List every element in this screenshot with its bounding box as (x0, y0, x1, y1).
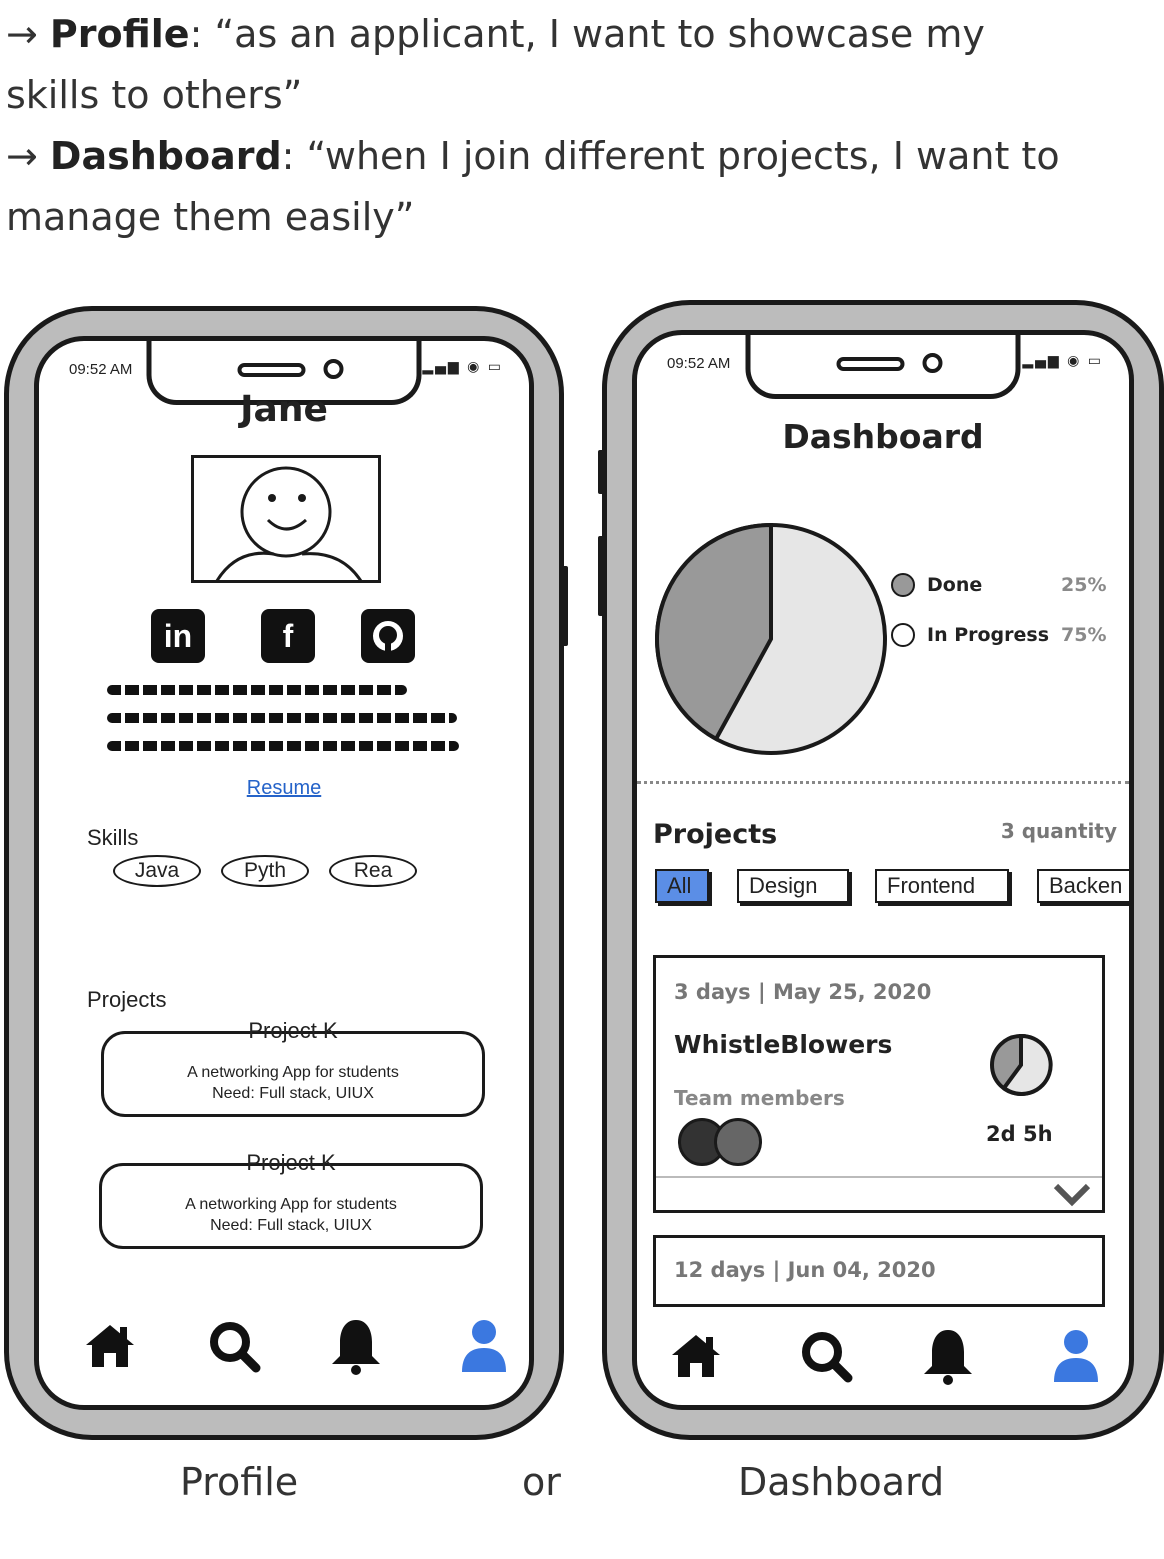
filter-tab-design[interactable]: Design (737, 869, 849, 903)
resume-link[interactable]: Resume (39, 777, 529, 800)
intro-profile-text-2: skills to others” (6, 73, 303, 117)
filter-tab-frontend[interactable]: Frontend (875, 869, 1009, 903)
profile-name: Jane (240, 389, 328, 430)
project-title: WhistleBlowers (674, 1030, 893, 1059)
caption-profile: Profile (180, 1460, 299, 1504)
profile-screen: 09:52 AM ▂▄▆ ◉ ▭ Jane in f Resume Skills… (34, 336, 534, 1410)
tab-bar (39, 1315, 529, 1377)
skill-chip[interactable]: Pyth (221, 855, 309, 887)
project-card[interactable]: 3 days | May 25, 2020 WhistleBlowers Tea… (653, 955, 1105, 1213)
caption-dashboard: Dashboard (738, 1460, 945, 1504)
project-need-line: Need: Full stack, UIUX (212, 1085, 374, 1102)
legend-value: 25% (1061, 574, 1107, 596)
github-icon[interactable] (361, 609, 415, 663)
bell-icon[interactable] (325, 1315, 387, 1377)
intro-profile-label: Profile (49, 12, 190, 56)
legend-item-in-progress: In Progress 75% (891, 623, 1106, 647)
side-button (598, 536, 606, 616)
camera (323, 359, 344, 379)
legend-label: In Progress (927, 624, 1050, 646)
status-time: 09:52 AM (69, 361, 133, 378)
bio-text-blurred (107, 741, 459, 751)
legend-value: 75% (1061, 624, 1107, 646)
caption-or: or (522, 1460, 561, 1504)
user-icon[interactable] (453, 1315, 515, 1377)
user-icon[interactable] (1045, 1325, 1107, 1387)
dashboard-title: Dashboard (782, 417, 984, 456)
bio-text-blurred (107, 685, 407, 695)
intro-dashboard-text-2: manage them easily” (6, 195, 415, 239)
search-icon[interactable] (795, 1325, 857, 1387)
skill-chip[interactable]: Rea (329, 855, 417, 887)
project-description: A networking App for students Need: Full… (102, 1194, 480, 1236)
filter-tab-all[interactable]: All (655, 869, 709, 903)
legend-item-done: Done 25% (891, 573, 1106, 597)
project-title: Project K (246, 1150, 336, 1175)
time-remaining: 2d 5h (986, 1122, 1053, 1146)
project-card[interactable]: Project K A networking App for students … (99, 1150, 483, 1249)
profile-phone: 09:52 AM ▂▄▆ ◉ ▭ Jane in f Resume Skills… (4, 306, 568, 1440)
legend-dot-in-progress (891, 623, 915, 647)
status-icons: ▂▄▆ ◉ ▭ (1022, 353, 1103, 369)
intro-text: → Profile: “as an applicant, I want to s… (6, 4, 1156, 248)
search-icon[interactable] (203, 1315, 265, 1377)
linkedin-icon[interactable]: in (151, 609, 205, 663)
intro-line-1: → Profile: “as an applicant, I want to s… (6, 12, 985, 56)
intro-dashboard-text: : “when I join different projects, I wan… (281, 134, 1060, 178)
legend-label: Done (927, 574, 983, 596)
tab-bar (637, 1325, 1129, 1387)
avatar (714, 1118, 762, 1166)
project-card[interactable]: Project K A networking App for students … (101, 1018, 485, 1117)
project-need-line: Need: Full stack, UIUX (210, 1217, 372, 1234)
avatar-sketch-icon (215, 466, 363, 580)
home-icon[interactable] (79, 1315, 141, 1377)
intro-dashboard-label: Dashboard (49, 134, 282, 178)
projects-title: Projects (653, 819, 778, 850)
bio-text-blurred (107, 713, 457, 723)
skill-chip[interactable]: Java (113, 855, 201, 887)
projects-label: Projects (87, 987, 167, 1012)
filter-tab-backend[interactable]: Backen (1037, 869, 1129, 903)
intro-profile-text: : “as an applicant, I want to showcase m… (189, 12, 985, 56)
dashboard-screen: 09:52 AM ▂▄▆ ◉ ▭ Dashboard Done 25% In P… (632, 330, 1134, 1410)
project-card[interactable]: 12 days | Jun 04, 2020 (653, 1235, 1105, 1307)
intro-line-3: → Dashboard: “when I join different proj… (6, 134, 1060, 178)
progress-mini-pie-icon (990, 1033, 1053, 1096)
divider (637, 781, 1129, 784)
project-desc-line: A networking App for students (187, 1064, 399, 1081)
camera (922, 353, 943, 373)
chevron-down-icon[interactable] (1052, 1182, 1092, 1208)
speaker (237, 363, 306, 377)
bell-icon[interactable] (917, 1325, 979, 1387)
card-divider (656, 1176, 1102, 1178)
status-time: 09:52 AM (667, 355, 731, 372)
projects-quantity: 3 quantity (1000, 819, 1117, 843)
avatar (191, 455, 381, 583)
skills-label: Skills (87, 825, 139, 850)
project-meta: 3 days | May 25, 2020 (674, 980, 932, 1004)
project-desc-line: A networking App for students (185, 1196, 397, 1213)
progress-pie-chart (655, 522, 887, 755)
status-icons: ▂▄▆ ◉ ▭ (422, 359, 503, 375)
side-button (560, 566, 568, 646)
project-description: A networking App for students Need: Full… (104, 1062, 482, 1104)
facebook-icon[interactable]: f (261, 609, 315, 663)
project-title: Project K (248, 1018, 338, 1043)
side-button (598, 450, 606, 494)
team-members-label: Team members (674, 1086, 845, 1110)
legend-dot-done (891, 573, 915, 597)
project-meta: 12 days | Jun 04, 2020 (674, 1258, 936, 1282)
home-icon[interactable] (665, 1325, 727, 1387)
speaker (836, 357, 905, 371)
dashboard-phone: 09:52 AM ▂▄▆ ◉ ▭ Dashboard Done 25% In P… (598, 300, 1164, 1440)
notch (745, 335, 1021, 399)
